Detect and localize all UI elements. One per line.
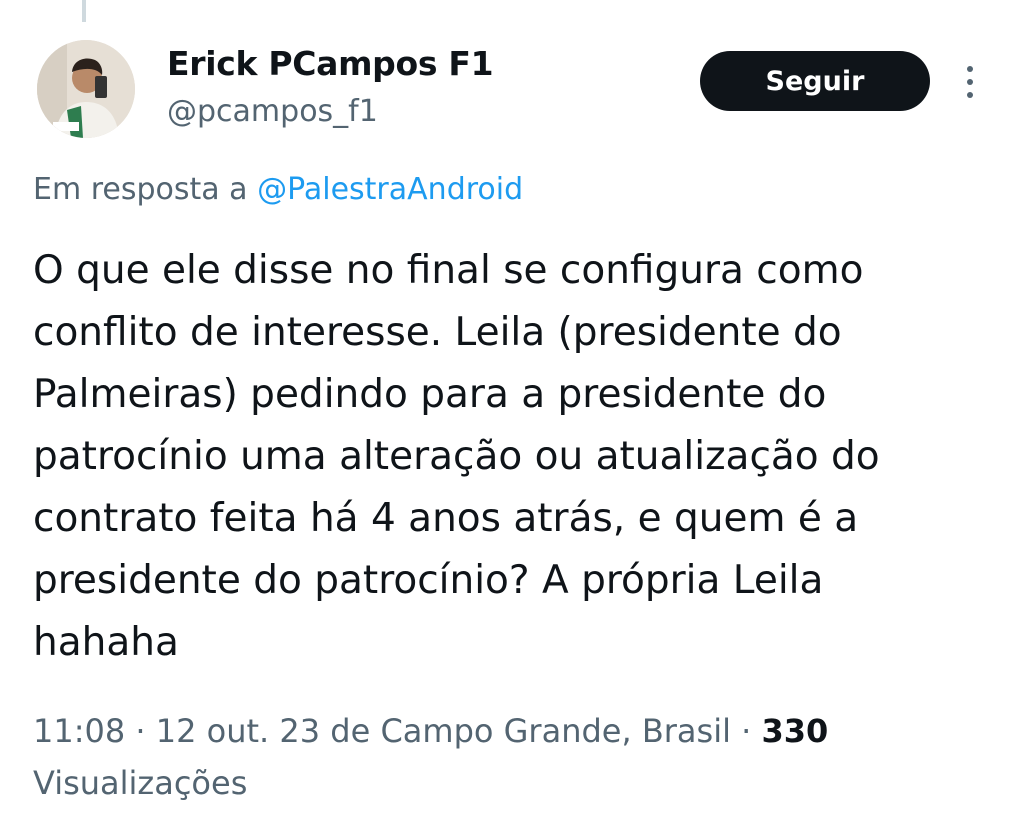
tweet-line: conflito de interesse. Leila (presidente… bbox=[33, 310, 842, 355]
tweet-metadata: 11:08 · 12 out. 23 de Campo Grande, Bras… bbox=[33, 712, 828, 750]
tweet-line: patrocínio uma alteração ou atualização … bbox=[33, 434, 880, 479]
user-avatar-photo-icon bbox=[37, 40, 135, 138]
reply-mention-link[interactable]: @PalestraAndroid bbox=[257, 172, 523, 207]
tweet-date[interactable]: 12 out. 23 bbox=[156, 712, 320, 750]
tweet-line: O que ele disse no final se configura co… bbox=[33, 248, 864, 293]
tweet-line: presidente do patrocínio? A própria Leil… bbox=[33, 558, 824, 603]
reply-context: Em resposta a @PalestraAndroid bbox=[33, 172, 523, 207]
more-options-icon[interactable] bbox=[958, 64, 982, 100]
avatar[interactable] bbox=[37, 40, 135, 138]
meta-separator: · bbox=[135, 712, 146, 750]
reply-prefix: Em resposta a bbox=[33, 172, 248, 207]
author-display-name[interactable]: Erick PCampos F1 bbox=[167, 44, 494, 83]
tweet-location: de Campo Grande, Brasil bbox=[330, 712, 731, 750]
views-label[interactable]: Visualizações bbox=[33, 764, 247, 802]
meta-separator: · bbox=[741, 712, 752, 750]
tweet-text: O que ele disse no final se configura co… bbox=[33, 240, 1008, 674]
thread-connector-line bbox=[82, 0, 86, 22]
follow-button[interactable]: Seguir bbox=[700, 51, 930, 111]
tweet-time[interactable]: 11:08 bbox=[33, 712, 125, 750]
tweet-line: hahaha bbox=[33, 620, 179, 665]
tweet-line: Palmeiras) pedindo para a presidente do bbox=[33, 372, 827, 417]
author-handle[interactable]: @pcampos_f1 bbox=[167, 94, 378, 129]
tweet-line: contrato feita há 4 anos atrás, e quem é… bbox=[33, 496, 859, 541]
views-count[interactable]: 330 bbox=[762, 712, 829, 750]
